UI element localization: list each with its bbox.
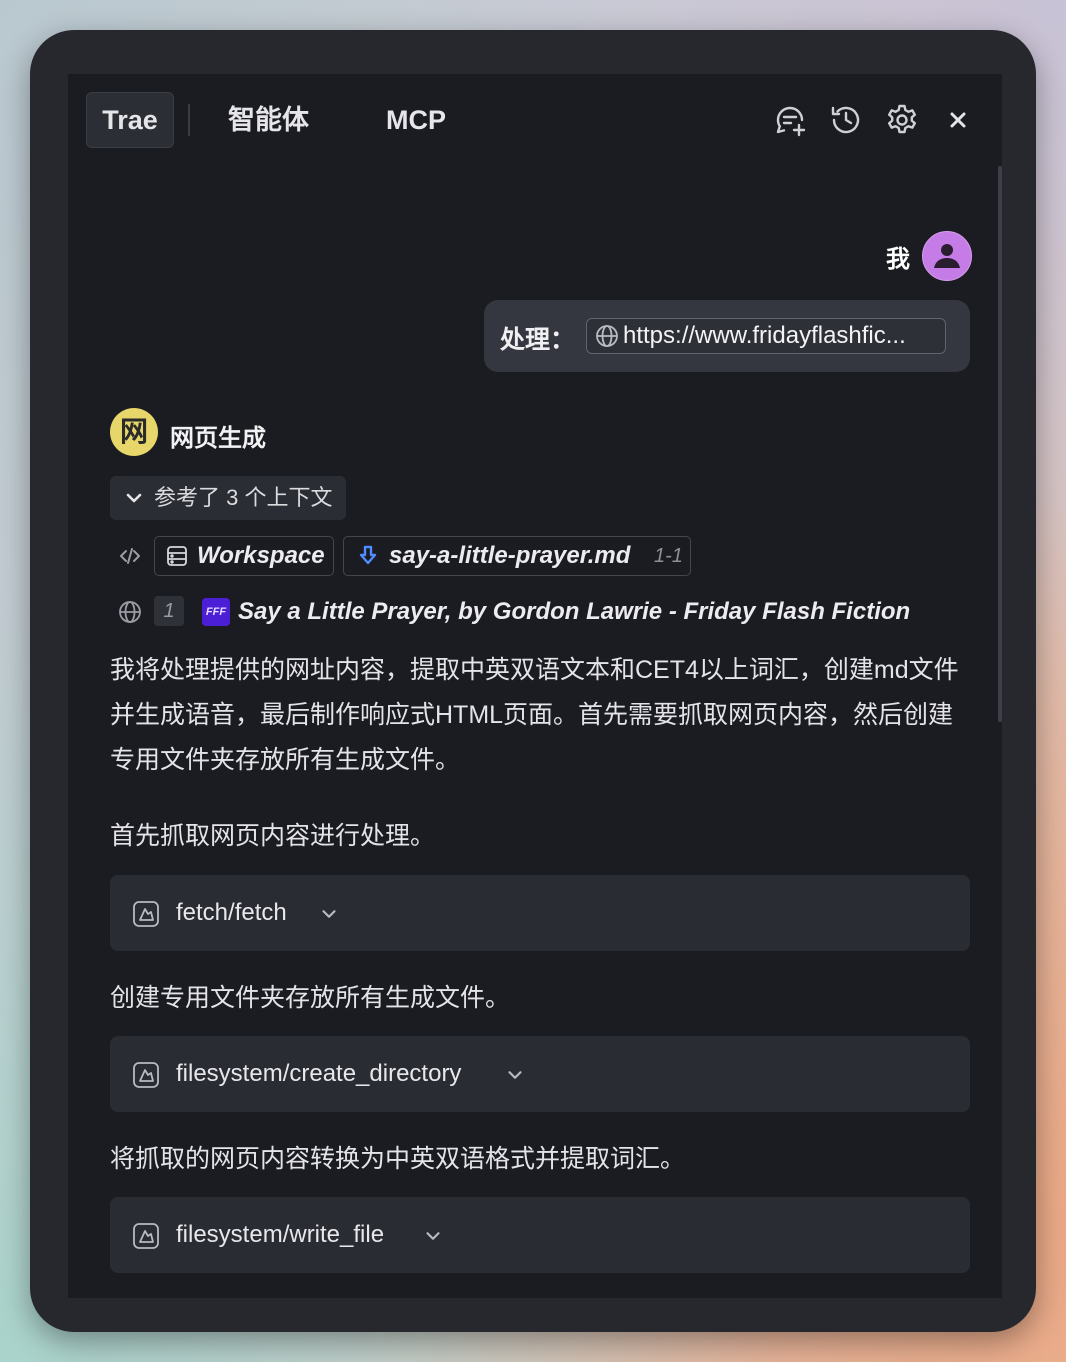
chevron-down-icon <box>126 493 142 503</box>
chevron-down-icon <box>322 910 336 918</box>
tool-call-create-directory[interactable]: filesystem/create_directory <box>110 1036 970 1112</box>
tool-call-fetch[interactable]: fetch/fetch <box>110 875 970 951</box>
step-text-3: 将抓取的网页内容转换为中英双语格式并提取词汇。 <box>110 1145 686 1173</box>
user-message-bubble: 处理： https://www.fridayflashfic... <box>484 300 970 372</box>
site-favicon: FFF <box>202 598 230 626</box>
avatar <box>922 231 972 281</box>
download-arrow-icon <box>359 545 377 565</box>
context-toggle-label: 参考了 3 个上下文 <box>154 485 333 510</box>
file-name: say-a-little-prayer.md <box>389 542 631 569</box>
gear-icon[interactable] <box>884 102 920 138</box>
user-message-text: 处理： <box>500 326 576 354</box>
tool-name: fetch/fetch <box>176 899 287 926</box>
chevron-down-icon <box>508 1071 522 1079</box>
tool-icon <box>133 1223 159 1249</box>
context-toggle-button[interactable]: 参考了 3 个上下文 <box>110 476 346 520</box>
tab-agents[interactable]: 智能体 <box>228 92 309 148</box>
server-icon <box>167 546 187 566</box>
new-chat-icon[interactable] <box>772 102 808 138</box>
agent-intro-text: 我将处理提供的网址内容，提取中英双语文本和CET4以上词汇，创建md文件并生成语… <box>110 656 959 774</box>
context-row-web: 1 FFF Say a Little Prayer, by Gordon Law… <box>110 592 930 632</box>
user-name: 我 <box>886 246 910 273</box>
chat-panel: Trae 智能体 MCP 我 处理： https://www.fridayfla… <box>68 74 1002 1298</box>
web-ref-index: 1 <box>154 596 184 626</box>
tab-mcp[interactable]: MCP <box>386 92 446 148</box>
step-text-1: 首先抓取网页内容进行处理。 <box>110 822 436 850</box>
code-icon <box>120 548 140 564</box>
web-ref-title[interactable]: Say a Little Prayer, by Gordon Lawrie - … <box>238 592 910 632</box>
globe-icon <box>119 601 141 623</box>
tab-divider <box>188 104 190 136</box>
context-row-code: Workspace say-a-little-prayer.md 1-1 <box>110 536 750 576</box>
tool-icon <box>133 901 159 927</box>
url-text: https://www.fridayflashfic... <box>623 322 906 349</box>
url-chip[interactable]: https://www.fridayflashfic... <box>586 318 946 354</box>
workspace-chip[interactable]: Workspace <box>154 536 334 576</box>
agent-name: 网页生成 <box>170 425 266 452</box>
scrollbar[interactable] <box>998 166 1002 722</box>
user-icon <box>934 244 960 268</box>
workspace-label: Workspace <box>197 542 325 569</box>
step-text-2: 创建专用文件夹存放所有生成文件。 <box>110 984 511 1012</box>
chevron-down-icon <box>426 1232 440 1240</box>
file-range: 1-1 <box>654 545 683 567</box>
tool-name: filesystem/create_directory <box>176 1060 462 1087</box>
tool-icon <box>133 1062 159 1088</box>
history-icon[interactable] <box>828 102 864 138</box>
tool-name: filesystem/write_file <box>176 1221 385 1248</box>
globe-icon <box>596 325 618 347</box>
tool-call-write-file[interactable]: filesystem/write_file <box>110 1197 970 1273</box>
close-icon[interactable] <box>940 102 976 138</box>
tab-trae[interactable]: Trae <box>86 92 174 148</box>
agent-avatar: 网 <box>110 408 158 456</box>
file-chip[interactable]: say-a-little-prayer.md 1-1 <box>343 536 691 576</box>
